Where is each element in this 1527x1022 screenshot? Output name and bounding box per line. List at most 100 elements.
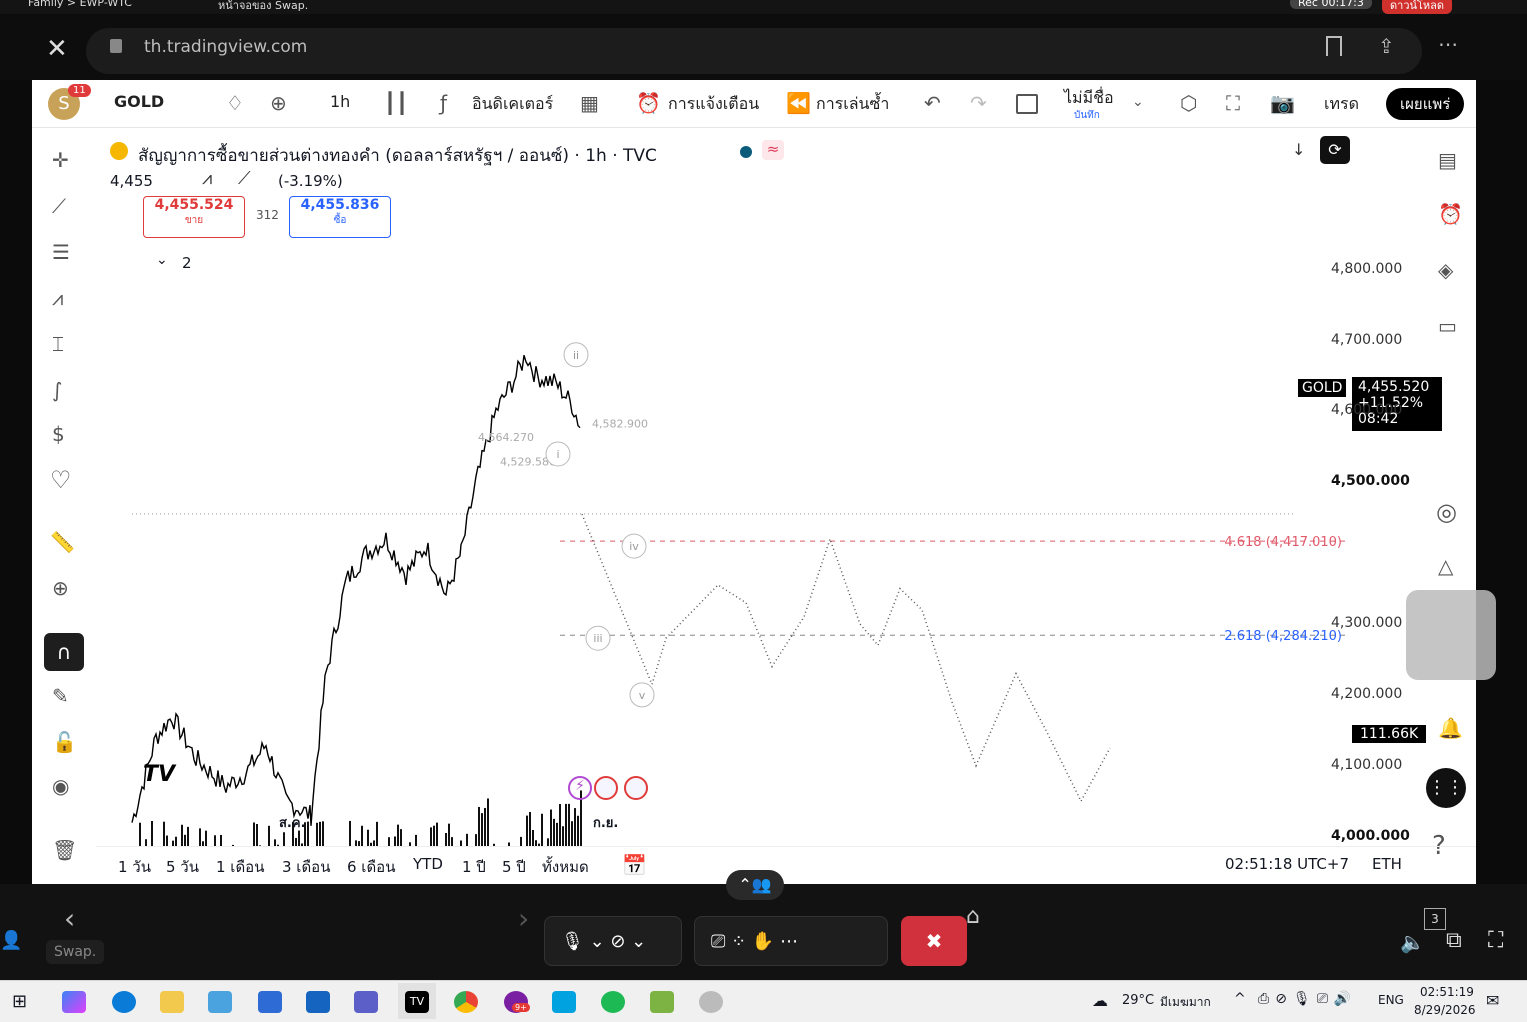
target-icon[interactable]: ◎	[1436, 500, 1457, 524]
weather-desc[interactable]: มีเมฆมาก	[1160, 993, 1211, 1012]
us-event-icon[interactable]	[624, 776, 648, 800]
favorite-icon[interactable]: ♡	[50, 468, 72, 492]
indicators-button[interactable]: อินดิเคเตอร์	[472, 92, 553, 117]
price-chart[interactable]: 4.618 (4,417.010) 2.618 (4,284.210) 4,582.…	[96, 128, 1424, 846]
templates-icon[interactable]: ▦	[580, 93, 599, 113]
prev-arrow-icon[interactable]: ‹	[64, 902, 75, 935]
tf-ytd[interactable]: YTD	[413, 855, 443, 873]
store-icon[interactable]	[258, 991, 282, 1013]
spotify-icon[interactable]	[601, 991, 625, 1013]
file-explorer-icon[interactable]	[160, 991, 184, 1013]
task-view-icon[interactable]: ⊞	[12, 991, 27, 1012]
tray-icons[interactable]: ⎙⊘🎙⎚🔊	[1258, 991, 1357, 1007]
speaker-icon[interactable]: 🔈	[1400, 930, 1425, 954]
settings-icon[interactable]: ⬡	[1180, 93, 1197, 113]
participants-toggle[interactable]: ⌃👥	[726, 870, 784, 900]
replay-icon[interactable]: ⏪	[786, 93, 811, 113]
notification-icon[interactable]: ✉	[1486, 991, 1499, 1010]
share-icon[interactable]: ⇪	[1378, 34, 1395, 58]
next-arrow-icon[interactable]: ›	[518, 902, 529, 935]
chrome-icon[interactable]	[454, 991, 478, 1013]
floating-widget[interactable]	[1406, 590, 1496, 680]
people-icon[interactable]: 👤	[0, 930, 22, 951]
tf-3m[interactable]: 3 เดือน	[282, 855, 330, 879]
compare-add-icon[interactable]: ⊕	[270, 93, 287, 113]
tf-6m[interactable]: 6 เดือน	[347, 855, 395, 879]
fullscreen-icon[interactable]: ⛶	[1226, 93, 1240, 113]
fib-icon[interactable]: ☰	[52, 242, 70, 262]
ruler-icon[interactable]: 📏	[50, 532, 75, 552]
patterns-icon[interactable]: ⩘	[52, 288, 63, 308]
expand-icon[interactable]: ⛶	[1488, 928, 1503, 953]
home-icon[interactable]: ⌂	[966, 904, 980, 929]
apps-icon[interactable]: ⋮⋮	[1426, 768, 1466, 808]
photos-icon[interactable]	[208, 991, 232, 1013]
trendline-icon[interactable]: ⟋	[52, 196, 66, 216]
crosshair-icon[interactable]: ✛	[52, 150, 69, 170]
alert-icon[interactable]: ⏰	[636, 93, 661, 113]
share-reactions-group[interactable]: ⎚ ⁘ ✋ ⋯	[694, 916, 888, 966]
tf-1d[interactable]: 1 วัน	[118, 855, 151, 879]
watchlist-icon[interactable]: ▤	[1438, 150, 1457, 170]
bookmark-icon[interactable]	[1326, 36, 1342, 56]
leave-call-button[interactable]: ✖	[901, 916, 967, 966]
edge-icon[interactable]	[112, 991, 136, 1013]
tradingview-app-icon[interactable]: TV	[405, 991, 429, 1013]
replay-button[interactable]: การเล่นซ้ำ	[816, 92, 889, 117]
outlook-icon[interactable]	[306, 991, 330, 1013]
mic-camera-group[interactable]: 🎙 ⌄ ⊘ ⌄	[544, 916, 682, 966]
alarm-clock-icon[interactable]: ⏰	[1438, 204, 1463, 224]
chart-area[interactable]: สัญญาการซื้อขายส่วนต่างทองคำ (ดอลลาร์สหร…	[96, 128, 1442, 914]
more-icon[interactable]: ⋯	[1438, 32, 1458, 56]
publish-button[interactable]: เผยแพร่	[1386, 88, 1465, 120]
chat-icon[interactable]: ▭	[1438, 316, 1457, 336]
measure-icon[interactable]: ⌶	[52, 334, 64, 354]
trade-button[interactable]: เทรด	[1324, 92, 1359, 117]
layout-icon[interactable]	[1016, 94, 1038, 114]
copilot-icon[interactable]	[62, 991, 86, 1013]
chevron-down-icon[interactable]: ⌄	[1132, 92, 1144, 112]
taskbar-time[interactable]: 02:51:19	[1420, 985, 1474, 999]
interval-button[interactable]: 1h	[330, 92, 350, 111]
redo-icon[interactable]: ↷	[970, 93, 987, 113]
price-label-icon[interactable]: $	[52, 424, 65, 444]
close-icon[interactable]: ✕	[46, 34, 68, 64]
indicators-icon[interactable]: ƒ	[440, 93, 447, 113]
ideas-icon[interactable]: △	[1438, 556, 1453, 576]
layers-icon[interactable]: ◈	[1438, 260, 1453, 280]
diamond-icon[interactable]: ♢	[226, 93, 244, 113]
symbol-search[interactable]: GOLD	[114, 92, 164, 111]
alerts-button[interactable]: การแจ้งเตือน	[668, 92, 759, 117]
tf-all[interactable]: ทั้งหมด	[542, 855, 589, 879]
excel-like-icon[interactable]	[650, 991, 674, 1013]
candles-icon[interactable]: ┃┃	[384, 93, 408, 113]
session-button[interactable]: ETH	[1372, 855, 1402, 873]
teams-icon[interactable]	[354, 991, 378, 1013]
tf-5y[interactable]: 5 ปี	[502, 855, 526, 879]
date-range-icon[interactable]: 📅	[622, 855, 647, 875]
bell-icon[interactable]: 🔔	[1438, 718, 1463, 738]
camera-icon[interactable]: 📷	[1270, 93, 1295, 113]
undo-icon[interactable]: ↶	[924, 93, 941, 113]
zoom-app-icon[interactable]	[552, 991, 576, 1013]
page-count[interactable]: 3	[1424, 908, 1446, 930]
weather-temp[interactable]: 29°C	[1122, 993, 1154, 1008]
lock-drawings-icon[interactable]: ✎	[52, 686, 69, 706]
zoom-icon[interactable]: ⊕	[52, 578, 69, 598]
weather-icon[interactable]: ☁	[1092, 991, 1108, 1010]
misc-app-icon[interactable]	[699, 991, 723, 1013]
popout-icon[interactable]: ⧉	[1446, 928, 1462, 953]
download-button[interactable]: ดาวน์โหลด	[1382, 0, 1453, 14]
magnet-icon[interactable]: ∩	[44, 633, 84, 671]
event-lightning-icon[interactable]: ⚡	[568, 776, 592, 800]
eye-icon[interactable]: ◉	[52, 776, 69, 796]
tf-1y[interactable]: 1 ปี	[462, 855, 486, 879]
tray-chevron-icon[interactable]: ^	[1234, 991, 1246, 1007]
taskbar-date[interactable]: 8/29/2026	[1414, 1003, 1476, 1017]
us-event-icon[interactable]	[594, 776, 618, 800]
clock-display[interactable]: 02:51:18 UTC+7	[1225, 855, 1349, 873]
save-label[interactable]: บันทึก	[1074, 108, 1100, 123]
tf-1m[interactable]: 1 เดือน	[216, 855, 264, 879]
tf-5d[interactable]: 5 วัน	[166, 855, 199, 879]
brush-icon[interactable]: ∫	[52, 380, 62, 400]
